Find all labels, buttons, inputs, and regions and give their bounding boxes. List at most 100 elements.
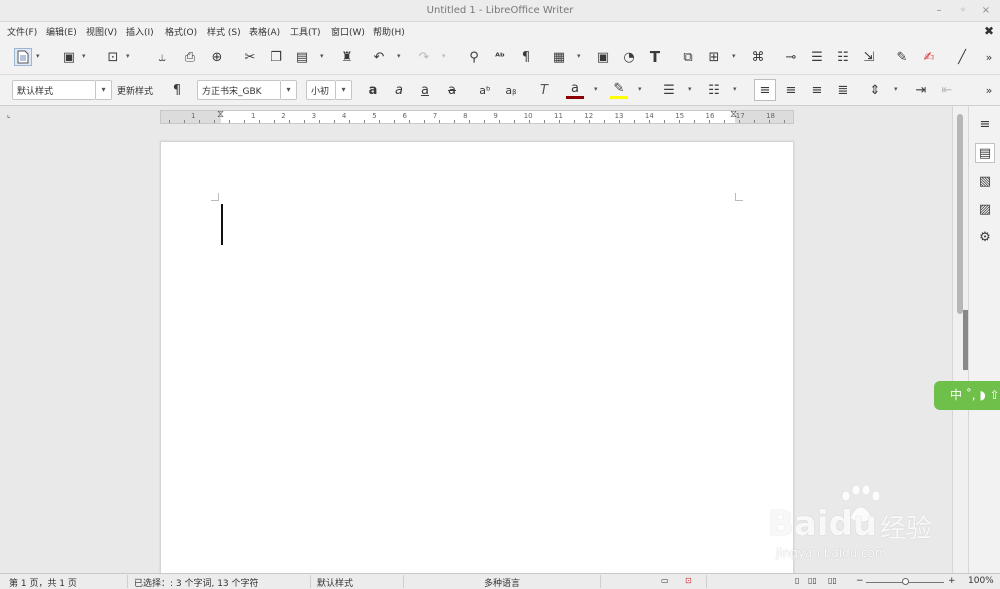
redo-dropdown-icon[interactable]: ▾ [442,52,446,60]
ime-toolbar[interactable]: 中 ˚, ◗ ⇧ [934,381,1000,410]
open-folder-icon[interactable]: ▣ [60,48,78,66]
bullet-list-icon[interactable]: ☰ [660,81,678,99]
more-formatting-icon[interactable]: » [980,81,998,99]
align-center-icon[interactable]: ≡ [782,81,800,99]
superscript-icon[interactable]: aᵇ [476,81,494,99]
comment-icon[interactable]: ✎ [893,48,911,66]
book-view-icon[interactable]: ▯▯ [828,576,837,585]
gallery-icon[interactable]: ▨ [975,199,995,219]
save-dropdown-icon[interactable]: ▾ [126,52,130,60]
font-size-combo[interactable]: 小初 [306,80,336,100]
new-dropdown-icon[interactable]: ▾ [36,52,40,60]
endnote-icon[interactable]: ☷ [834,48,852,66]
decrease-indent-icon[interactable]: ⇤ [938,81,956,99]
line-spacing-dropdown-icon[interactable]: ▾ [894,85,898,93]
print-icon[interactable]: ⎙ [181,48,199,66]
navigator-icon[interactable]: ⚙ [975,227,995,247]
footnote-icon[interactable]: ☰ [808,48,826,66]
italic-icon[interactable]: a [390,81,408,99]
undo-dropdown-icon[interactable]: ▾ [397,52,401,60]
menu-edit[interactable]: 编辑(E) [46,25,77,38]
menu-styles[interactable]: 样式 (S) [207,25,241,38]
copy-icon[interactable]: ❐ [267,48,285,66]
align-left-icon[interactable]: ≡ [754,79,776,101]
zoom-out-icon[interactable]: − [856,576,864,586]
print-preview-icon[interactable]: ⊕ [208,48,226,66]
table-dropdown-icon[interactable]: ▾ [577,52,581,60]
cut-icon[interactable]: ✂ [241,48,259,66]
close-window-button[interactable]: × [979,4,993,18]
line-spacing-icon[interactable]: ⇕ [866,81,884,99]
font-color-icon[interactable]: a [566,79,584,97]
numbered-list-icon[interactable]: ☷ [705,81,723,99]
document-modified-icon[interactable]: ⊡ [685,576,692,585]
insert-table-icon[interactable]: ▦ [550,48,568,66]
vertical-scrollbar[interactable] [952,106,969,573]
strikethrough-icon[interactable]: a [443,81,461,99]
hyperlink-icon[interactable]: ⊸ [782,48,800,66]
sidebar-menu-icon[interactable]: ≡ [975,114,995,134]
open-dropdown-icon[interactable]: ▾ [82,52,86,60]
find-replace-icon[interactable]: ⚲ [465,48,483,66]
subscript-icon[interactable]: aᵦ [502,81,520,99]
export-pdf-icon[interactable]: ⥿ [153,48,171,66]
paste-dropdown-icon[interactable]: ▾ [320,52,324,60]
single-page-view-icon[interactable]: ▯ [795,576,799,585]
selection-count[interactable]: 已选择：: 3 个字词, 13 个字符 [134,576,259,589]
multi-page-view-icon[interactable]: ▯▯ [808,576,817,585]
menu-view[interactable]: 视图(V) [86,25,117,38]
clear-formatting-icon[interactable]: T [535,81,553,99]
tab-stop-icon[interactable]: ⌞ [7,110,11,119]
close-document-button[interactable]: ✖ [984,24,994,38]
highlighting-icon[interactable]: ✎ [610,79,628,97]
insert-image-icon[interactable]: ▣ [594,48,612,66]
scrollbar-thumb[interactable] [957,114,963,314]
styles-icon[interactable]: ▧ [975,171,995,191]
clone-formatting-icon[interactable]: ♜ [338,48,356,66]
font-size-dropdown-icon[interactable]: ▾ [336,80,352,100]
paste-icon[interactable]: ▤ [293,48,311,66]
field-dropdown-icon[interactable]: ▾ [732,52,736,60]
horizontal-ruler[interactable]: ⧖ ⧖ 1 1 2 3 4 5 6 7 8 9 10 11 12 13 14 15 16 17 18 [160,109,794,124]
align-right-icon[interactable]: ≡ [808,81,826,99]
zoom-slider-handle[interactable] [902,578,909,585]
menu-file[interactable]: 文件(F) [7,25,37,38]
zoom-in-icon[interactable]: + [948,576,956,586]
formatting-marks-icon[interactable]: ¶ [517,48,535,66]
document-page[interactable] [160,141,794,573]
minimize-button[interactable]: – [932,4,946,18]
properties-icon[interactable]: ▤ [975,143,995,163]
zoom-level[interactable]: 100% [968,576,994,586]
new-style-icon[interactable]: ¶ [168,81,186,99]
menu-format[interactable]: 格式(O) [165,25,197,38]
spelling-icon[interactable]: ᴬᵇ [491,48,509,66]
menu-help[interactable]: 帮助(H) [373,25,405,38]
numbered-dropdown-icon[interactable]: ▾ [733,85,737,93]
insert-field-icon[interactable]: ⊞ [705,48,723,66]
insert-line-icon[interactable]: ╱ [953,48,971,66]
paragraph-style-dropdown-icon[interactable]: ▾ [96,80,112,100]
paragraph-style-combo[interactable]: 默认样式 [12,80,96,100]
font-name-dropdown-icon[interactable]: ▾ [281,80,297,100]
menu-insert[interactable]: 插入(I) [126,25,154,38]
menu-tools[interactable]: 工具(T) [290,25,321,38]
bullet-dropdown-icon[interactable]: ▾ [688,85,692,93]
special-character-icon[interactable]: ⌘ [749,48,767,66]
status-language[interactable]: 多种语言 [484,576,520,589]
indent-marker-icon[interactable]: ⧖ [217,109,224,120]
bookmark-icon[interactable]: ⇲ [860,48,878,66]
menu-window[interactable]: 窗口(W) [331,25,365,38]
underline-icon[interactable]: a [416,81,434,99]
update-style-button[interactable]: 更新样式 [117,84,153,97]
justify-icon[interactable]: ≣ [834,81,852,99]
new-document-icon[interactable] [14,48,32,66]
save-icon[interactable]: ⊡ [104,48,122,66]
restore-button[interactable]: ◦ [956,4,970,18]
track-changes-icon[interactable]: ✍ [920,48,938,66]
more-toolbar-icon[interactable]: » [980,48,998,66]
font-name-combo[interactable]: 方正书宋_GBK [197,80,281,100]
menu-table[interactable]: 表格(A) [249,25,280,38]
insert-textbox-icon[interactable]: T [646,48,664,66]
font-color-dropdown-icon[interactable]: ▾ [594,85,598,93]
bold-icon[interactable]: a [364,81,382,99]
